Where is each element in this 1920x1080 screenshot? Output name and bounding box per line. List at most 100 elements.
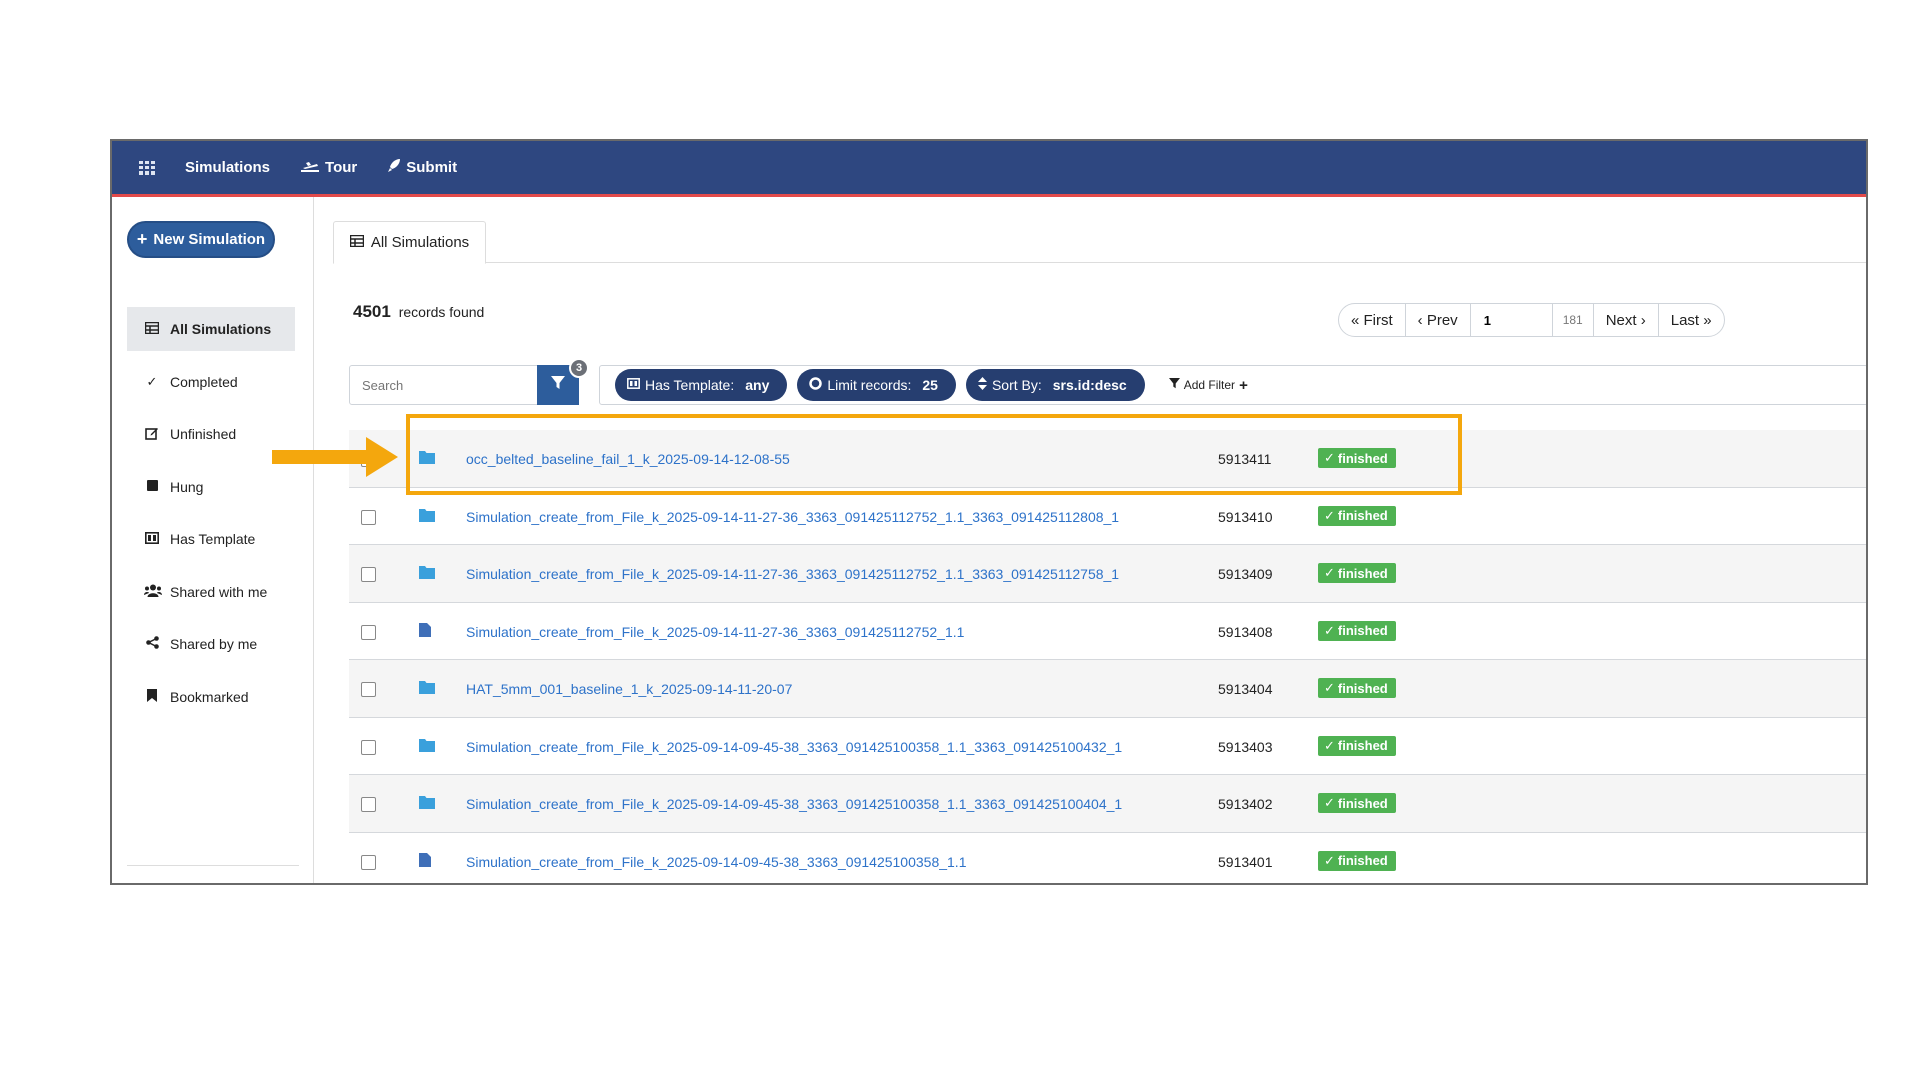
file-icon [419,852,435,867]
first-page-button[interactable]: « First [1339,304,1406,336]
sidebar-item-bookmarked[interactable]: Bookmarked [127,675,295,719]
filter-bar: 3 Has Template: any Limit records: 25 [349,358,1866,405]
row-checkbox[interactable] [361,509,376,525]
next-page-button[interactable]: Next › [1594,304,1659,336]
status-badge: ✓ finished [1318,678,1396,698]
sidebar-item-completed[interactable]: ✓ Completed [127,360,295,404]
filter-chip-has-template[interactable]: Has Template: any [615,369,788,401]
row-checkbox[interactable] [361,682,376,697]
sidebar-item-label: Bookmarked [170,688,249,705]
row-checkbox[interactable] [361,739,376,755]
prev-page-button[interactable]: ‹ Prev [1406,304,1471,336]
table-row[interactable]: Simulation_create_from_File_k_2025-09-14… [349,833,1866,884]
grid-icon[interactable] [139,160,155,175]
template-icon [627,378,640,392]
check-icon: ✓ [1324,507,1335,523]
table-row[interactable]: occ_belted_baseline_fail_1_k_2025-09-14-… [349,430,1866,488]
simulation-name-link[interactable]: Simulation_create_from_File_k_2025-09-14… [466,624,964,640]
simulation-id: 5913411 [1218,451,1272,467]
nav-label: Tour [325,159,358,176]
chip-label: Limit records: [827,377,912,393]
check-icon: ✓ [1324,737,1335,753]
new-simulation-button[interactable]: + New Simulation [127,221,275,258]
nav-simulations[interactable]: Simulations [185,141,270,194]
nav-submit[interactable]: Submit [387,141,457,194]
row-checkbox[interactable] [361,624,376,640]
table-row[interactable]: Simulation_create_from_File_k_2025-09-14… [349,775,1866,833]
sidebar-item-all-simulations[interactable]: All Simulations [127,307,295,351]
check-icon: ✓ [146,373,158,389]
top-navbar: Simulations Tour Submit [112,141,1866,197]
status-label: finished [1337,450,1388,466]
table-icon [144,321,160,337]
status-label: finished [1337,565,1388,581]
simulation-name-link[interactable]: Simulation_create_from_File_k_2025-09-14… [466,796,1122,812]
simulations-table: occ_belted_baseline_fail_1_k_2025-09-14-… [349,430,1866,884]
sidebar-list: All Simulations ✓ Completed Unfinished H… [127,307,295,727]
status-badge: ✓ finished [1318,735,1396,756]
row-checkbox[interactable] [361,854,376,870]
plus-icon: + [136,229,148,249]
chip-label: Has Template: [645,377,735,393]
nav-label: Simulations [185,159,271,176]
sidebar-item-hung[interactable]: Hung [127,465,295,509]
sidebar-item-shared-by-me[interactable]: Shared by me [127,622,295,666]
simulation-name-link[interactable]: Simulation_create_from_File_k_2025-09-14… [466,854,966,870]
filter-count-badge: 3 [569,358,589,378]
sidebar-item-has-template[interactable]: Has Template [127,517,295,561]
active-filters: Has Template: any Limit records: 25 Sort… [599,365,1866,405]
sidebar-divider [127,865,299,866]
folder-icon [419,680,435,694]
tab-all-simulations[interactable]: All Simulations [333,221,486,264]
nav-tour[interactable]: Tour [300,141,357,194]
simulation-name-link[interactable]: occ_belted_baseline_fail_1_k_2025-09-14-… [466,451,790,467]
stop-icon [144,479,160,494]
records-count: 4501 records found [353,302,484,322]
simulation-name-link[interactable]: Simulation_create_from_File_k_2025-09-14… [466,566,1119,582]
simulation-id: 5913403 [1218,738,1273,755]
records-number: 4501 [353,302,391,321]
pagination: « First ‹ Prev 181 Next › Last » [1338,303,1725,337]
records-suffix: records found [398,304,485,320]
add-filter-label: Add Filter [1183,378,1236,392]
plane-icon [300,159,320,177]
check-icon: ✓ [1324,852,1335,868]
sidebar-item-shared-with-me[interactable]: Shared with me [127,570,295,614]
simulation-id: 5913404 [1218,681,1273,697]
circle-icon [809,377,823,393]
simulation-name-link[interactable]: Simulation_create_from_File_k_2025-09-14… [466,739,1122,755]
row-checkbox[interactable] [361,797,376,812]
simulation-id: 5913410 [1218,508,1273,525]
filter-chip-limit-records[interactable]: Limit records: 25 [797,369,956,401]
last-page-button[interactable]: Last » [1659,304,1724,336]
simulation-id: 5913409 [1218,566,1273,582]
row-checkbox[interactable] [361,567,376,582]
sidebar-item-label: Shared by me [170,636,258,652]
table-row[interactable]: Simulation_create_from_File_k_2025-09-14… [349,545,1866,603]
simulation-name-link[interactable]: Simulation_create_from_File_k_2025-09-14… [466,509,1119,525]
search-input[interactable] [349,365,539,405]
total-pages: 181 [1553,304,1594,336]
sidebar-item-label: Shared with me [170,583,268,600]
page-number-input[interactable] [1470,304,1553,336]
filter-chip-sort-by[interactable]: Sort By: srs.id:desc [965,369,1145,401]
status-label: finished [1337,738,1388,753]
table-row[interactable]: HAT_5mm_001_baseline_1_k_2025-09-14-11-2… [349,660,1866,718]
simulation-id: 5913401 [1218,853,1273,870]
table-row[interactable]: Simulation_create_from_File_k_2025-09-14… [349,718,1866,775]
status-label: finished [1337,508,1388,523]
rocket-icon [387,158,401,177]
check-icon: ✓ [1324,622,1335,638]
sidebar-item-label: Completed [170,373,238,390]
chip-value: srs.id:desc [1052,377,1127,393]
table-row[interactable]: Simulation_create_from_File_k_2025-09-14… [349,603,1866,660]
folder-icon [419,738,435,752]
table-row[interactable]: Simulation_create_from_File_k_2025-09-14… [349,488,1866,545]
sidebar: + New Simulation All Simulations ✓ Compl… [112,197,314,883]
filter-icon [1168,378,1180,392]
add-filter-button[interactable]: Add Filter + [1168,377,1248,394]
simulation-name-link[interactable]: HAT_5mm_001_baseline_1_k_2025-09-14-11-2… [466,681,792,697]
status-badge: ✓ finished [1318,620,1396,641]
sidebar-item-unfinished[interactable]: Unfinished [127,412,295,456]
table-icon [349,234,365,251]
